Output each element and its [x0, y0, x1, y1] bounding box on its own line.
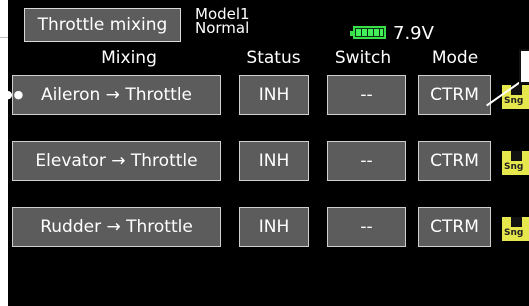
column-header-status: Status [246, 48, 301, 68]
mixing-row-elevator: Elevator → Throttle INH -- CTRM Sng [8, 141, 529, 181]
switch-rudder-button[interactable]: -- [327, 207, 406, 247]
mixing-aileron-button[interactable]: Aileron → Throttle [12, 75, 221, 115]
status-elevator-button[interactable]: INH [239, 141, 309, 181]
page-title-button[interactable]: Throttle mixing [24, 8, 181, 42]
switch-elevator-button[interactable]: -- [327, 141, 406, 181]
switch-aileron-button[interactable]: -- [327, 75, 406, 115]
mode-rudder-button[interactable]: CTRM [418, 207, 491, 247]
single-mode-icon: Sng [502, 85, 529, 109]
column-header-mode: Mode [431, 48, 479, 68]
mode-elevator-button[interactable]: CTRM [418, 141, 491, 181]
status-rudder-button[interactable]: INH [239, 207, 309, 247]
transmitter-screen: Throttle mixing Model1 Normal 7.9V Mixin… [8, 0, 529, 306]
battery-voltage: 7.9V [393, 23, 434, 44]
single-mode-icon: Sng [502, 151, 529, 175]
mode-aileron-button[interactable]: CTRM [418, 75, 491, 115]
mixing-rudder-button[interactable]: Rudder → Throttle [12, 207, 221, 247]
callout-box [519, 49, 529, 84]
mixing-elevator-button[interactable]: Elevator → Throttle [12, 141, 221, 181]
mixing-row-rudder: Rudder → Throttle INH -- CTRM Sng [8, 207, 529, 247]
condition-name: Normal [195, 19, 250, 37]
column-header-mixing: Mixing [101, 48, 157, 68]
column-header-switch: Switch [334, 48, 392, 68]
status-aileron-button[interactable]: INH [239, 75, 309, 115]
mixing-row-aileron: Aileron → Throttle INH -- CTRM Sng [8, 75, 529, 115]
battery-full-icon [350, 26, 386, 39]
single-mode-icon: Sng [502, 217, 529, 241]
dotted-callout-marker: ●● [3, 88, 25, 101]
